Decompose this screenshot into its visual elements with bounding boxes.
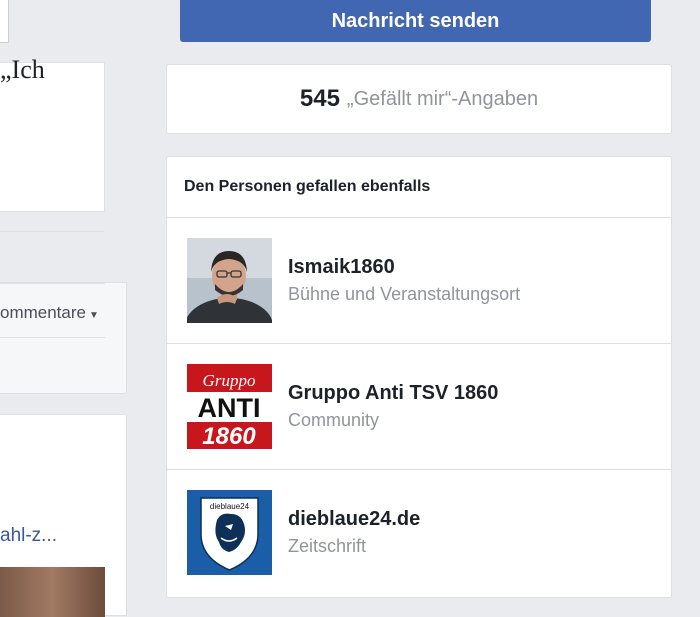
related-page-name[interactable]: dieblaue24.de bbox=[288, 508, 420, 531]
related-page-category: Community bbox=[288, 410, 380, 430]
gruppo-anti-logo-icon[interactable]: Gruppo ANTI 1860 bbox=[187, 364, 272, 449]
divider bbox=[0, 231, 104, 232]
gruppo-logo-text: Gruppo bbox=[203, 371, 256, 390]
related-page-category: Bühne und Veranstaltungsort bbox=[288, 284, 521, 304]
related-page-item[interactable]: Ismaik1860 Bühne und Veranstaltungsort bbox=[167, 218, 671, 344]
post-link[interactable]: ahl-z... bbox=[0, 525, 57, 547]
divider bbox=[0, 283, 105, 284]
related-page-item[interactable]: Gruppo ANTI 1860 Gruppo Anti TSV 1860 Co… bbox=[167, 344, 671, 470]
post-image[interactable] bbox=[0, 567, 105, 617]
post-card: ahl-z... bbox=[0, 414, 127, 617]
gruppo-logo-text: 1860 bbox=[202, 423, 256, 449]
post-card: „Ich bbox=[0, 55, 105, 212]
likes-count: 545 bbox=[299, 85, 340, 112]
send-message-button[interactable]: Nachricht senden bbox=[180, 0, 651, 42]
related-pages-title: Den Personen gefallen ebenfalls bbox=[167, 157, 671, 218]
post-footer-bar: ommentare ▼ bbox=[0, 282, 127, 394]
related-pages-card: Den Personen gefallen ebenfalls Ismaik18… bbox=[166, 156, 672, 598]
person-photo-icon[interactable] bbox=[187, 238, 272, 323]
likes-label: „Gefällt mir“-Angaben bbox=[346, 87, 539, 110]
comments-filter-dropdown[interactable]: ommentare ▼ bbox=[0, 303, 99, 323]
left-feed-column: „Ich ommentare ▼ ahl-z... bbox=[0, 0, 127, 617]
page-likes-card[interactable]: 545 „Gefällt mir“-Angaben bbox=[166, 64, 672, 134]
divider bbox=[0, 337, 105, 338]
related-page-item[interactable]: dieblaue24 dieblaue24.de Zeitschrift bbox=[167, 470, 671, 595]
gruppo-logo-text: ANTI bbox=[198, 393, 261, 423]
dieblaue-logo-text: dieblaue24 bbox=[210, 502, 250, 511]
caret-down-icon: ▼ bbox=[88, 310, 99, 321]
post-quote-text: „Ich bbox=[0, 55, 45, 84]
related-page-name[interactable]: Ismaik1860 bbox=[288, 256, 395, 279]
related-page-name[interactable]: Gruppo Anti TSV 1860 bbox=[288, 382, 498, 405]
related-page-category: Zeitschrift bbox=[288, 536, 367, 556]
comments-filter-label: ommentare bbox=[0, 303, 86, 322]
composer-input-edge[interactable] bbox=[0, 0, 9, 43]
lion-shield-logo-icon[interactable]: dieblaue24 bbox=[187, 490, 272, 575]
